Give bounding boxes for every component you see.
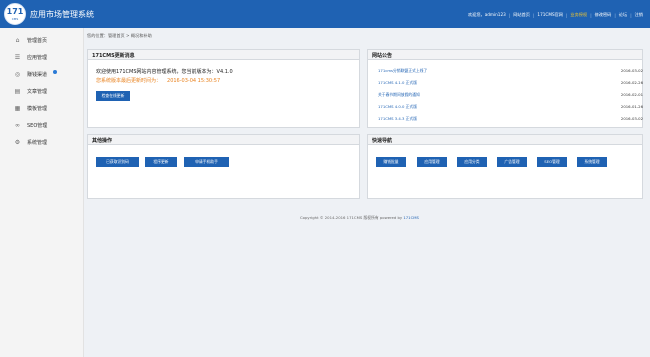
quick-nav-ads-button[interactable]: 广告管理 — [497, 157, 527, 167]
program-update-button[interactable]: 程序更新 — [145, 157, 177, 167]
update-timestamp: 2016-03-04 15:30:57 — [167, 78, 221, 84]
announcement-date: 2016-03-02 — [620, 68, 643, 73]
footer-brand-link[interactable]: 171CMS — [403, 215, 419, 220]
sidebar-item-label: 应用管理 — [27, 55, 48, 61]
announcement-row[interactable]: 171cms分销联盟正式上线了 2016-03-02 — [378, 66, 643, 75]
top-nav-link[interactable]: 注销 — [632, 12, 646, 18]
operations-panel: 其他操作 已获取识别码 程序更新 申请手机助手 — [87, 134, 360, 199]
footer-text: Copyright © 2014-2016 171CMS 版权所有 powere… — [300, 215, 403, 220]
quick-nav-revenue-button[interactable]: 赚钱批量 — [376, 157, 406, 167]
announcement-date: 2016-02-01 — [620, 92, 643, 97]
home-icon: ⌂ — [15, 37, 20, 44]
panel-header: 其他操作 — [88, 135, 359, 145]
top-nav-link[interactable]: 修改密码 — [592, 12, 615, 18]
panel-title: 171CMS更新消息 — [92, 53, 135, 59]
sidebar-item-revenue[interactable]: ◎ 赚钱渠道 — [0, 66, 84, 83]
sidebar-item-label: 文章管理 — [27, 89, 48, 95]
welcome-message: 欢迎使用171CMS网站内容管理系统，您当前版本为：V4.1.0 — [96, 69, 233, 75]
sidebar-item-label: SEO管理 — [27, 123, 48, 129]
announcement-row[interactable]: 关于春节期间放假的通知 2016-02-01 — [378, 90, 643, 99]
sidebar-item-seo[interactable]: ∞ SEO管理 — [0, 117, 84, 134]
template-icon: ▦ — [14, 105, 21, 112]
panel-title: 其他操作 — [92, 138, 113, 144]
welcome-user: 欢迎您，admin123 — [467, 12, 506, 17]
breadcrumb: 您的位置：管理首页 > 概况和补助 — [87, 33, 152, 38]
logo-subtext: CMS — [11, 17, 19, 21]
top-header: 171 CMS 应用市场管理系统 欢迎您，admin123 | 网站首页 | 171CM… — [0, 0, 650, 28]
sidebar-item-home[interactable]: ⌂ 管理首页 — [0, 32, 84, 49]
quick-nav-apps-button[interactable]: 应用管理 — [417, 157, 447, 167]
announcement-title[interactable]: 关于春节期间放假的通知 — [378, 92, 420, 98]
quick-nav-categories-button[interactable]: 应用分类 — [457, 157, 487, 167]
update-notice: 您系统版本最后更新时间为： 2016-03-04 15:30:57 — [96, 77, 220, 84]
announcement-title[interactable]: 171cms分销联盟正式上线了 — [378, 68, 427, 74]
footer: Copyright © 2014-2016 171CMS 版权所有 powere… — [300, 215, 419, 221]
announcement-panel: 网站公告 171cms分销联盟正式上线了 2016-03-02 171CMS 4… — [367, 49, 643, 128]
seo-icon: ∞ — [15, 122, 20, 129]
document-icon: ▤ — [14, 88, 21, 95]
sidebar-item-articles[interactable]: ▤ 文章管理 — [0, 83, 84, 100]
check-update-button[interactable]: 检查在线更新 — [96, 91, 130, 101]
panel-title: 网站公告 — [372, 53, 393, 59]
update-panel: 171CMS更新消息 欢迎使用171CMS网站内容管理系统，您当前版本为：V4.… — [87, 49, 360, 128]
announcement-date: 2016-01-26 — [620, 104, 643, 109]
top-nav-link[interactable]: 网站首页 — [510, 12, 533, 18]
panel-header: 网站公告 — [368, 50, 642, 60]
app-title: 应用市场管理系统 — [30, 10, 94, 19]
top-nav-link[interactable]: 171CMS官网 — [534, 12, 566, 18]
announcement-title[interactable]: 171CMS 3.4.3 正式版 — [378, 116, 417, 122]
sidebar-item-label: 赚钱渠道 — [27, 72, 48, 78]
gear-icon: ⚙ — [14, 139, 21, 146]
top-nav-link[interactable]: 论坛 — [616, 12, 630, 18]
announcement-row[interactable]: 171CMS 4.0.0 正式版 2016-01-26 — [378, 102, 643, 111]
announcement-row[interactable]: 171CMS 3.4.3 正式版 2016-03-02 — [378, 114, 643, 123]
quick-nav-seo-button[interactable]: SEO管理 — [537, 157, 567, 167]
sidebar-item-label: 管理首页 — [27, 38, 48, 44]
quick-nav-panel: 快速导航 赚钱批量 应用管理 应用分类 广告管理 SEO管理 系统管理 — [367, 134, 643, 199]
notification-badge — [53, 70, 57, 74]
sidebar-item-label: 系统管理 — [27, 140, 48, 146]
sidebar: ⌂ 管理首页 ☰ 应用管理 ◎ 赚钱渠道 ▤ 文章管理 ▦ 模板管理 ∞ SEO… — [0, 28, 84, 357]
list-icon: ☰ — [14, 54, 21, 61]
announcement-title[interactable]: 171CMS 4.0.0 正式版 — [378, 104, 417, 110]
sidebar-item-label: 模板管理 — [27, 106, 48, 112]
announcement-title[interactable]: 171CMS 4.1.0 正式版 — [378, 80, 417, 86]
announcement-date: 2016-02-26 — [620, 80, 643, 85]
update-notice-text: 您系统版本最后更新时间为： — [96, 78, 162, 84]
panel-header: 171CMS更新消息 — [88, 50, 359, 60]
apply-mobile-assistant-button[interactable]: 申请手机助手 — [184, 157, 229, 167]
logo-text: 171 — [6, 7, 24, 16]
panel-title: 快速导航 — [372, 138, 393, 144]
panel-header: 快速导航 — [368, 135, 642, 145]
logo[interactable]: 171 CMS — [4, 3, 26, 25]
announcement-row[interactable]: 171CMS 4.1.0 正式版 2016-02-26 — [378, 78, 643, 87]
announcement-date: 2016-03-02 — [620, 116, 643, 121]
sidebar-item-templates[interactable]: ▦ 模板管理 — [0, 100, 84, 117]
quick-nav-system-button[interactable]: 系统管理 — [577, 157, 607, 167]
top-nav-link[interactable]: 业务授权 — [567, 12, 590, 18]
top-nav: 欢迎您，admin123 | 网站首页 | 171CMS官网 | 业务授权 | 修改密码 | 论坛 |… — [465, 11, 646, 19]
circle-icon: ◎ — [14, 71, 21, 78]
sidebar-item-apps[interactable]: ☰ 应用管理 — [0, 49, 84, 66]
sidebar-item-system[interactable]: ⚙ 系统管理 — [0, 134, 84, 151]
get-code-button[interactable]: 已获取识别码 — [96, 157, 139, 167]
